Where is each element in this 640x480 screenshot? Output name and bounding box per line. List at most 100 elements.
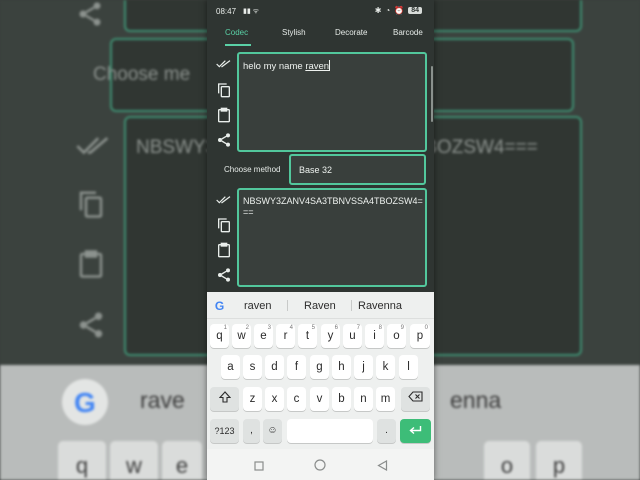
key-hint: 7 — [356, 325, 360, 331]
copy-icon[interactable] — [216, 82, 232, 98]
share-icon[interactable] — [216, 132, 232, 148]
output-clipboard-icon[interactable] — [216, 242, 232, 258]
background-clipboard-icon — [76, 246, 106, 287]
key-label: y — [327, 330, 334, 342]
key-hint: 9 — [400, 325, 404, 331]
paste-clipboard-icon[interactable] — [216, 107, 232, 123]
input-scrollbar[interactable] — [431, 66, 433, 122]
key-a[interactable]: a — [221, 355, 240, 379]
status-time: 08:47 — [216, 7, 237, 16]
key-label: u — [349, 330, 356, 342]
input-text: helo my name raven — [243, 60, 331, 72]
output-share-icon[interactable] — [216, 267, 232, 283]
key-u[interactable]: u7 — [343, 324, 362, 348]
method-selected-value: Base 32 — [299, 165, 333, 175]
key-label: e — [260, 330, 267, 342]
period-key[interactable]: . — [377, 419, 396, 443]
recents-button[interactable] — [254, 458, 264, 476]
backspace-key[interactable] — [401, 387, 430, 411]
square-icon — [254, 461, 264, 471]
key-l[interactable]: l — [399, 355, 418, 379]
key-f[interactable]: f — [287, 355, 306, 379]
key-hint: 3 — [267, 325, 271, 331]
background-suggestion-right: enna — [450, 387, 502, 413]
key-g[interactable]: g — [310, 355, 329, 379]
wifi-icon: ◔ — [385, 6, 391, 15]
key-h[interactable]: h — [332, 355, 351, 379]
key-v[interactable]: v — [310, 387, 329, 411]
key-label: i — [373, 330, 376, 342]
tab-bar: Codec Stylish Decorate Barcode — [207, 22, 434, 46]
output-textarea[interactable]: NBSWY3ZANV4SA3TBNVSSA4TBOZSW4=== — [237, 188, 427, 287]
text-caret — [329, 60, 331, 71]
suggestion-1[interactable]: raven — [244, 300, 272, 312]
key-x[interactable]: x — [265, 387, 284, 411]
input-text-plain: helo my name — [243, 61, 306, 72]
phone-screen: 08:47 ▮▮ ᯤ ✱ ◔ ⏰ 84 Codec Stylish Decora… — [207, 0, 434, 480]
google-icon[interactable]: G — [214, 299, 227, 312]
output-double-check-icon[interactable] — [216, 192, 232, 208]
back-button[interactable] — [377, 458, 388, 476]
key-d[interactable]: d — [265, 355, 284, 379]
key-label: o — [393, 330, 400, 342]
key-k[interactable]: k — [376, 355, 395, 379]
key-i[interactable]: i8 — [365, 324, 384, 348]
status-right: ✱ ◔ ⏰ 84 — [375, 6, 422, 15]
background-share-icon — [76, 0, 104, 36]
key-label: t — [305, 330, 310, 342]
background-choose-method: Choose me — [93, 64, 191, 85]
output-copy-icon[interactable] — [216, 217, 232, 233]
choose-method-label: Choose method — [224, 165, 281, 174]
key-q[interactable]: q1 — [210, 324, 229, 348]
keyboard: G raven Raven Ravenna q1 w2 e3 r4 t5 y6 … — [207, 292, 434, 449]
enter-icon — [409, 426, 422, 435]
background-key-o: o — [484, 441, 530, 480]
shift-key[interactable] — [210, 387, 239, 411]
battery-icon: 84 — [408, 7, 422, 14]
double-check-icon[interactable] — [216, 56, 232, 72]
tab-decorate[interactable]: Decorate — [335, 28, 367, 37]
key-b[interactable]: b — [332, 387, 351, 411]
symbols-key[interactable]: ?123 — [210, 419, 239, 443]
backspace-icon — [408, 391, 423, 402]
home-button[interactable] — [314, 458, 326, 476]
key-n[interactable]: n — [354, 387, 373, 411]
key-z[interactable]: z — [243, 387, 262, 411]
back-triangle-icon — [377, 459, 388, 472]
bluetooth-icon: ✱ — [374, 6, 382, 15]
key-p[interactable]: p0 — [410, 324, 430, 348]
key-hint: 0 — [424, 325, 428, 331]
suggestion-3[interactable]: Ravenna — [358, 300, 402, 312]
emoji-key[interactable]: ☺ — [263, 419, 282, 443]
key-j[interactable]: j — [354, 355, 373, 379]
tab-barcode[interactable]: Barcode — [393, 28, 423, 37]
navigation-bar — [207, 449, 434, 480]
key-s[interactable]: s — [243, 355, 262, 379]
key-w[interactable]: w2 — [232, 324, 251, 348]
method-select[interactable]: Base 32 — [289, 154, 426, 185]
space-key[interactable] — [287, 419, 373, 443]
svg-text:G: G — [74, 387, 96, 418]
background-key-q: q — [58, 441, 106, 480]
key-label: q — [216, 330, 223, 342]
suggestion-2[interactable]: Raven — [304, 300, 336, 312]
background-key-w: w — [110, 441, 158, 480]
emoji-icon: ☺ — [267, 425, 278, 436]
tab-codec[interactable]: Codec — [225, 28, 248, 37]
key-e[interactable]: e3 — [254, 324, 273, 348]
key-m[interactable]: m — [376, 387, 395, 411]
tab-stylish[interactable]: Stylish — [282, 28, 306, 37]
key-t[interactable]: t5 — [298, 324, 317, 348]
key-r[interactable]: r4 — [276, 324, 295, 348]
key-y[interactable]: y6 — [321, 324, 340, 348]
enter-key[interactable] — [400, 419, 431, 443]
input-textarea[interactable]: helo my name raven — [237, 52, 427, 152]
background-key-e: e — [162, 441, 202, 480]
key-label: p — [416, 330, 424, 342]
comma-key[interactable]: , — [243, 419, 260, 443]
key-c[interactable]: c — [287, 387, 306, 411]
background-double-check-icon — [76, 132, 110, 165]
background-share-icon-2 — [76, 308, 106, 347]
key-o[interactable]: o9 — [387, 324, 406, 348]
key-hint: 6 — [334, 325, 338, 331]
